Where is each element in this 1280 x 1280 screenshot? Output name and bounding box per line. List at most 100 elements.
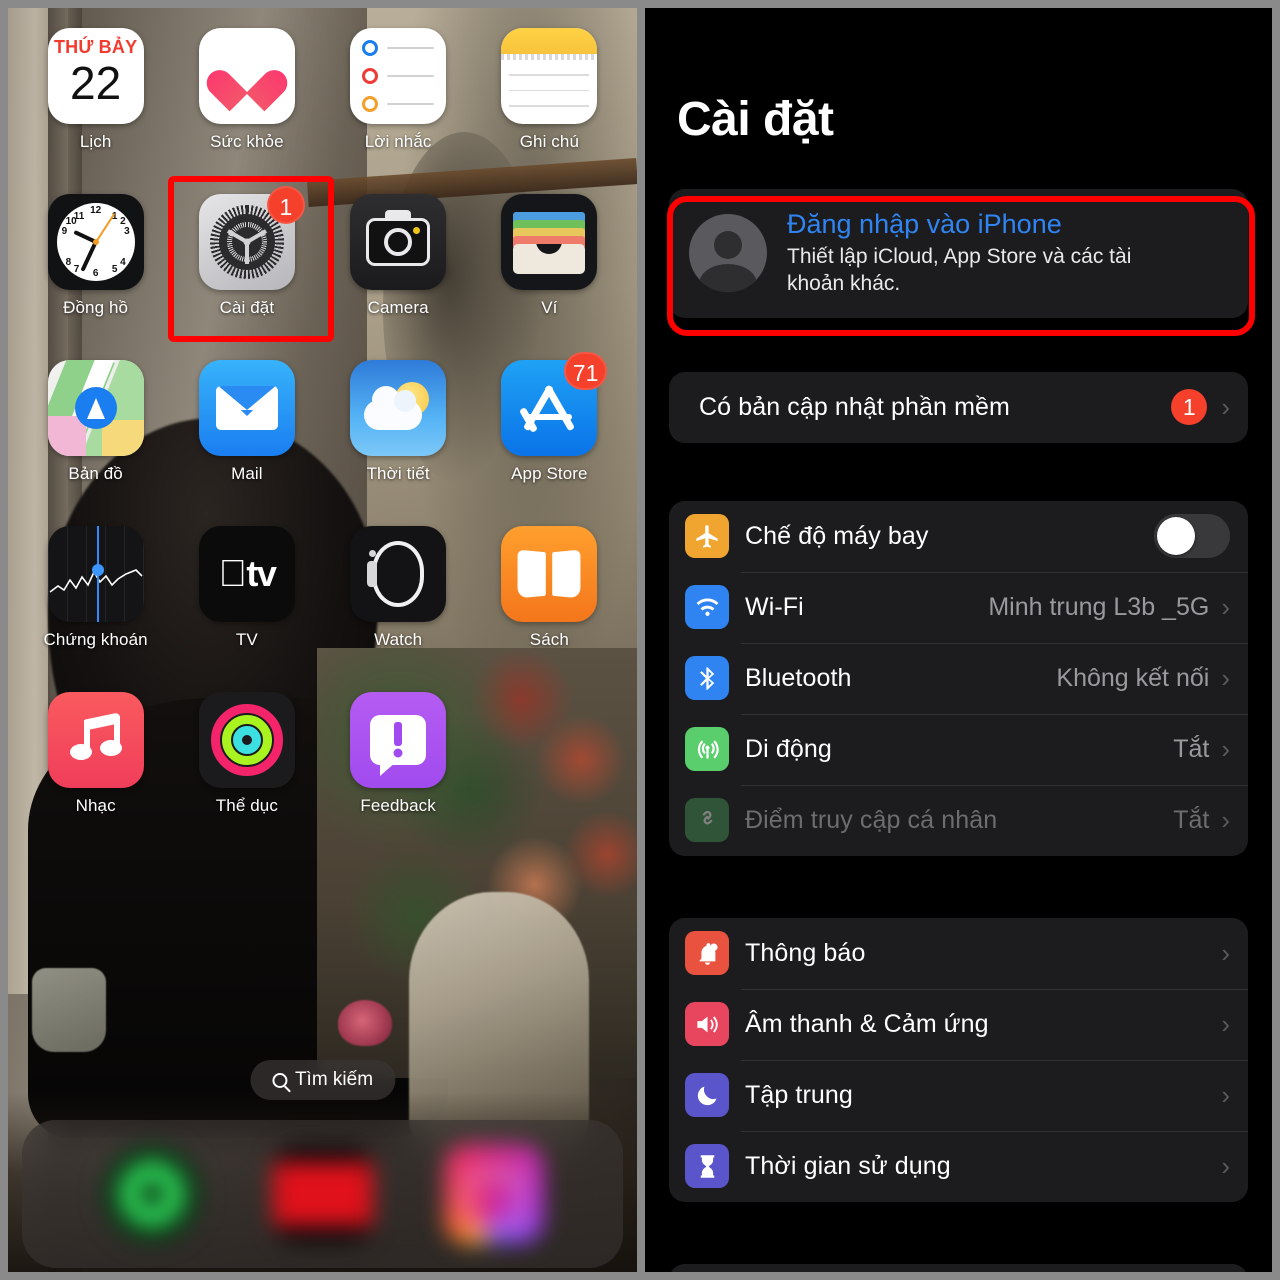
clock-num: 9: [61, 226, 68, 238]
cellular-icon: [685, 727, 729, 772]
app-icon-watch[interactable]: Watch: [323, 526, 474, 650]
row-screen-time[interactable]: Thời gian sử dụng ›: [669, 1130, 1248, 1202]
icon-wrap: tv: [198, 526, 295, 622]
airplane-mode-toggle[interactable]: [1154, 514, 1230, 559]
hourglass-glyph: [700, 1155, 714, 1178]
app-label: Sức khỏe: [210, 132, 284, 151]
wallet-icon: [501, 194, 598, 290]
wifi-glyph: [696, 598, 718, 616]
reminders-icon: [350, 28, 447, 124]
app-icon-vi[interactable]: Ví: [474, 194, 625, 318]
row-sounds-haptics[interactable]: Âm thanh & Cảm ứng ›: [669, 988, 1248, 1060]
app-label: Watch: [374, 630, 423, 649]
clock-num: 10: [65, 216, 77, 228]
app-icon-app-store[interactable]: 71 App Store: [474, 352, 625, 484]
clock-face: 12 3 6 9 11 1 2 4 5 7 8 10: [56, 203, 135, 281]
row-label: Bluetooth: [745, 663, 852, 692]
row-label: Tập trung: [745, 1080, 853, 1109]
app-label: TV: [235, 630, 258, 649]
row-bluetooth[interactable]: Bluetooth Không kết nối ›: [669, 642, 1248, 714]
app-icon-suc-khoe[interactable]: Sức khỏe: [171, 28, 322, 152]
row-wifi[interactable]: Wi-Fi Minh trung L3b _5G ›: [669, 571, 1248, 643]
dock-item-spotify[interactable]: [101, 1144, 202, 1244]
screenshot-stage: THỨ BẢY 22 Lịch Sức khỏe Lời nhắc Ghi ch…: [0, 0, 1280, 1280]
books-icon: [501, 526, 598, 622]
watch-band: [367, 541, 425, 607]
row-general[interactable]: Cài đặt chung ›: [669, 1264, 1248, 1272]
cloud-icon: [364, 386, 423, 430]
icon-wrap: 1: [198, 186, 305, 290]
app-label: Chứng khoán: [43, 630, 148, 649]
wallpaper-rose: [338, 1000, 392, 1046]
app-label: Thời tiết: [366, 464, 430, 483]
icon-wrap: [198, 360, 295, 456]
row-airplane-mode[interactable]: Chế độ máy bay: [669, 501, 1248, 572]
bell-glyph: [699, 942, 718, 965]
app-icon-loi-nhac[interactable]: Lời nhắc: [323, 28, 474, 152]
row-personal-hotspot[interactable]: Điểm truy cập cá nhân Tắt ›: [669, 784, 1248, 856]
app-icon-the-duc[interactable]: Thể dục: [171, 692, 322, 816]
wifi-network-value: Minh trung L3b _5G: [988, 592, 1210, 621]
reminder-dot-orange: [362, 96, 379, 112]
clock-second-hand: [94, 212, 115, 243]
bluetooth-icon: [685, 656, 729, 701]
map-yellow-block: [101, 420, 144, 456]
network-group: Chế độ máy bay Wi-Fi Minh trung L3b _5G …: [669, 500, 1248, 856]
clock-center-pin: [92, 239, 99, 245]
sign-in-row[interactable]: Đăng nhập vào iPhone Thiết lập iCloud, A…: [669, 189, 1248, 318]
row-label: Wi-Fi: [745, 592, 804, 621]
app-icon-sach[interactable]: Sách: [474, 526, 625, 650]
chevron-right-icon: ›: [1221, 663, 1230, 694]
app-icon-chung-khoan[interactable]: Chứng khoán: [20, 526, 171, 650]
app-label: Feedback: [360, 796, 436, 815]
reminder-line: [387, 75, 435, 77]
moon-glyph: [697, 1086, 716, 1105]
app-icon-feedback[interactable]: Feedback: [323, 692, 474, 816]
calendar-icon: THỨ BẢY 22: [47, 28, 144, 124]
software-update-row[interactable]: Có bản cập nhật phần mềm 1 ›: [669, 372, 1248, 443]
notes-header: [501, 28, 598, 54]
dock-item-netflix[interactable]: [272, 1144, 373, 1244]
link-glyph: [701, 810, 713, 825]
hourglass-icon: [685, 1144, 729, 1189]
icon-wrap: [350, 692, 447, 788]
clock-num: 8: [65, 256, 72, 268]
app-icon-ban-do[interactable]: Bản đồ: [20, 360, 171, 484]
app-icon-thoi-tiet[interactable]: Thời tiết: [323, 360, 474, 484]
search-pill[interactable]: Tìm kiếm: [249, 1060, 396, 1100]
settings-app: Cài đặt Đăng nhập vào iPhone Thiết lập i…: [645, 8, 1272, 1272]
row-label: Âm thanh & Cảm ứng: [745, 1009, 989, 1038]
camera-icon: [350, 194, 447, 290]
envelope-icon: [215, 386, 278, 430]
row-notifications[interactable]: Thông báo ›: [669, 918, 1248, 989]
row-focus[interactable]: Tập trung ›: [669, 1059, 1248, 1131]
app-icon-lich[interactable]: THỨ BẢY 22 Lịch: [20, 28, 171, 152]
camera-viewfinder: [385, 210, 412, 221]
row-cellular[interactable]: Di động Tắt ›: [669, 713, 1248, 785]
camera-flash-dot: [413, 227, 421, 234]
reminder-row: [362, 40, 435, 56]
row-label: Di động: [745, 734, 832, 763]
app-badge: 71: [563, 352, 608, 390]
app-label: Sách: [529, 630, 569, 649]
app-icon-mail[interactable]: Mail: [171, 360, 322, 484]
moon-icon: [685, 1073, 729, 1118]
notes-line: [509, 89, 590, 91]
app-icon-tv[interactable]: tv TV: [171, 526, 322, 650]
icon-wrap: [198, 692, 295, 788]
airplane-glyph: [695, 525, 718, 548]
icon-wrap: 12 3 6 9 11 1 2 4 5 7 8 10: [47, 194, 144, 290]
toggle-knob: [1157, 517, 1195, 556]
app-icon-camera[interactable]: Camera: [323, 194, 474, 318]
app-label: Mail: [231, 464, 263, 483]
chevron-right-icon: ›: [1221, 592, 1230, 623]
clock-num: 7: [73, 264, 80, 275]
update-badge: 1: [1171, 389, 1208, 426]
dock-item-instagram[interactable]: [443, 1144, 544, 1244]
notes-line: [509, 74, 590, 76]
reminder-row: [362, 68, 435, 84]
app-icon-cai-dat[interactable]: 1 Cài đặt: [171, 186, 322, 318]
app-icon-ghi-chu[interactable]: Ghi chú: [474, 28, 625, 152]
app-icon-nhac[interactable]: Nhạc: [20, 692, 171, 816]
app-icon-dong-ho[interactable]: 12 3 6 9 11 1 2 4 5 7 8 10 Đồng hồ: [20, 194, 171, 318]
